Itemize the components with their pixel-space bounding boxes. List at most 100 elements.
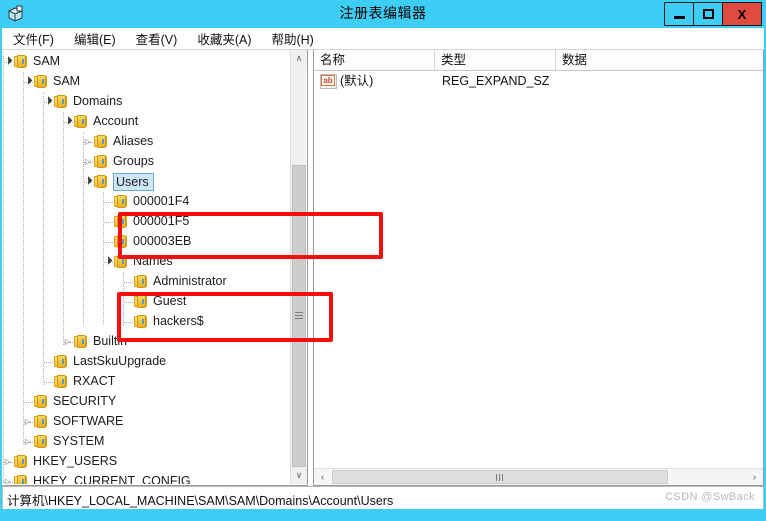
tree-node-content: Aliases <box>94 134 153 149</box>
highlight-user-names <box>117 292 333 342</box>
highlight-user-keys <box>118 212 383 259</box>
window-controls: X <box>664 2 762 26</box>
tree-node-content: SECURITY <box>34 394 116 409</box>
menu-bar: 文件(F) 编辑(E) 查看(V) 收藏夹(A) 帮助(H) <box>2 28 764 50</box>
tree-node-aliases[interactable]: Aliases <box>2 132 153 152</box>
tree-node-content: LastSkuUpgrade <box>54 354 167 369</box>
list-scrollbar-thumb[interactable] <box>332 470 668 484</box>
tree-node-content: SAM <box>14 54 61 69</box>
column-header-name[interactable]: 名称 <box>314 50 435 70</box>
tree-node-content: Users <box>94 173 154 191</box>
tree-node-content: HKEY_USERS <box>14 454 117 469</box>
tree-node-builtin[interactable]: Builtin <box>2 332 127 352</box>
minimize-button[interactable] <box>664 2 694 26</box>
expand-icon[interactable] <box>23 432 33 452</box>
expand-icon[interactable] <box>83 152 93 172</box>
folder-icon <box>94 175 109 188</box>
tree-node-lastskuupgrade[interactable]: LastSkuUpgrade <box>2 352 166 372</box>
tree-node-label: Domains <box>73 94 123 108</box>
tree-node-hkey-users[interactable]: HKEY_USERS <box>2 452 117 472</box>
menu-edit[interactable]: 编辑(E) <box>65 27 125 50</box>
status-path: 计算机\HKEY_LOCAL_MACHINE\SAM\SAM\Domains\A… <box>7 494 394 508</box>
registry-tree-pane[interactable]: SAM SAM Domains Account Aliases Groups Users 00… <box>2 50 308 486</box>
collapse-icon[interactable] <box>23 72 33 92</box>
window-title: 注册表编辑器 <box>339 5 427 21</box>
folder-icon <box>74 115 89 128</box>
collapse-icon[interactable] <box>103 252 113 272</box>
folder-icon <box>134 275 149 288</box>
minimize-icon <box>673 15 685 19</box>
folder-icon <box>74 335 89 348</box>
values-list-header: 名称 类型 数据 <box>314 50 763 71</box>
column-header-data[interactable]: 数据 <box>556 50 763 70</box>
collapse-icon[interactable] <box>63 112 73 132</box>
list-scrollbar-grip <box>496 473 504 481</box>
list-horizontal-scrollbar[interactable]: ‹ › <box>314 468 763 485</box>
tree-node-label: Account <box>93 114 139 128</box>
tree-node-administrator[interactable]: Administrator <box>2 272 227 292</box>
column-header-type[interactable]: 类型 <box>435 50 556 70</box>
folder-icon <box>34 75 49 88</box>
folder-icon <box>54 375 69 388</box>
folder-icon <box>34 395 49 408</box>
tree-node-label: SYSTEM <box>53 434 105 448</box>
tree-node-content: SOFTWARE <box>34 414 124 429</box>
menu-file[interactable]: 文件(F) <box>4 27 63 50</box>
tree-node-users[interactable]: Users <box>2 172 154 192</box>
tree-node-label: 000001F4 <box>133 194 190 208</box>
expand-icon[interactable] <box>3 472 13 484</box>
tree-node-security[interactable]: SECURITY <box>2 392 116 412</box>
tree-node-content: Account <box>74 114 139 129</box>
menu-view[interactable]: 查看(V) <box>127 27 187 50</box>
close-button[interactable]: X <box>722 2 762 26</box>
folder-icon <box>34 435 49 448</box>
tree-node-label: Users <box>113 173 154 191</box>
collapse-icon[interactable] <box>3 52 13 72</box>
folder-icon <box>34 415 49 428</box>
expand-icon[interactable] <box>3 452 13 472</box>
tree-node-000001f4[interactable]: 000001F4 <box>2 192 189 212</box>
tree-node-label: SAM <box>33 54 61 68</box>
tree-node-content: 000001F4 <box>114 194 190 209</box>
expand-icon[interactable] <box>83 132 93 152</box>
collapse-icon[interactable] <box>83 172 93 192</box>
values-list-pane[interactable]: 名称 类型 数据 ab (默认) REG_EXPAND_SZ ‹ › <box>313 50 764 486</box>
scroll-down-icon[interactable]: ∨ <box>291 467 307 484</box>
tree-vertical-scrollbar[interactable]: ∧ ∨ <box>290 50 307 484</box>
tree-node-sam[interactable]: SAM <box>2 72 80 92</box>
tree-node-content: Groups <box>94 154 154 169</box>
tree-node-system[interactable]: SYSTEM <box>2 432 104 452</box>
tree-node-groups[interactable]: Groups <box>2 152 154 172</box>
scroll-right-icon[interactable]: › <box>746 469 763 485</box>
folder-icon <box>94 135 109 148</box>
tree-node-sam[interactable]: SAM <box>2 52 60 72</box>
watermark: CSDN @SwBack <box>665 491 755 503</box>
string-value-icon: ab <box>320 74 337 89</box>
tree-node-domains[interactable]: Domains <box>2 92 122 112</box>
scroll-up-icon[interactable]: ∧ <box>291 50 307 67</box>
menu-favorites[interactable]: 收藏夹(A) <box>188 27 260 50</box>
tree-node-label: SAM <box>53 74 81 88</box>
tree-node-software[interactable]: SOFTWARE <box>2 412 123 432</box>
maximize-icon <box>702 9 714 19</box>
tree-node-hkey-current-config[interactable]: HKEY_CURRENT_CONFIG <box>2 472 191 484</box>
folder-icon <box>14 55 29 68</box>
tree-node-rxact[interactable]: RXACT <box>2 372 115 392</box>
tree-node-label: SOFTWARE <box>53 414 124 428</box>
tree-node-label: HKEY_CURRENT_CONFIG <box>33 474 191 484</box>
tree-node-content: Administrator <box>134 274 227 289</box>
menu-help[interactable]: 帮助(H) <box>262 27 322 50</box>
collapse-icon[interactable] <box>43 92 53 112</box>
value-row-default[interactable]: ab (默认) REG_EXPAND_SZ <box>314 71 763 91</box>
expand-icon[interactable] <box>63 332 73 352</box>
scroll-left-icon[interactable]: ‹ <box>314 469 331 485</box>
registry-tree[interactable]: SAM SAM Domains Account Aliases Groups Users 00… <box>2 50 291 484</box>
tree-node-label: LastSkuUpgrade <box>73 354 167 368</box>
title-bar: 注册表编辑器 X <box>0 0 766 28</box>
expand-icon[interactable] <box>23 412 33 432</box>
tree-node-account[interactable]: Account <box>2 112 138 132</box>
client-area: SAM SAM Domains Account Aliases Groups Users 00… <box>2 50 764 486</box>
maximize-button[interactable] <box>693 2 723 26</box>
tree-node-content: SAM <box>34 74 81 89</box>
status-bar: 计算机\HKEY_LOCAL_MACHINE\SAM\SAM\Domains\A… <box>2 486 764 509</box>
